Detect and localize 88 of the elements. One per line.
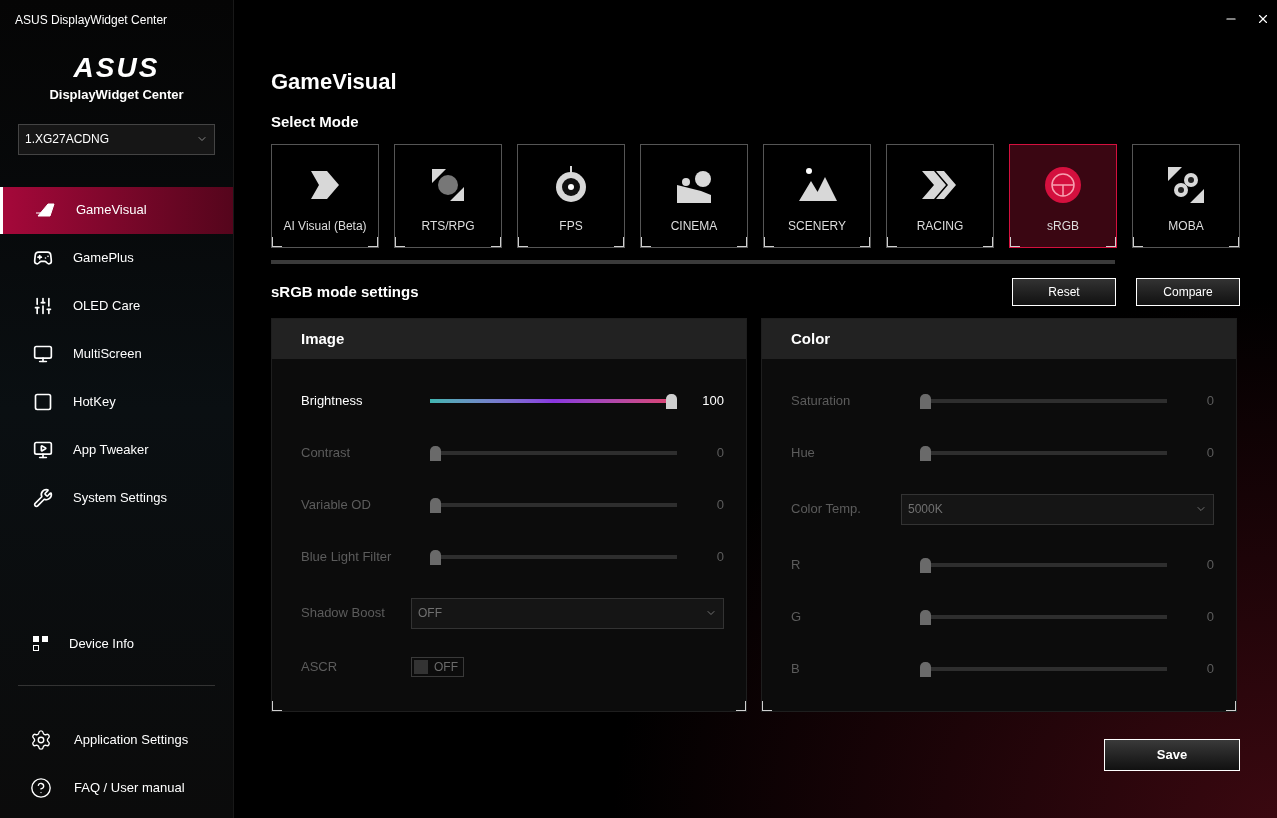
corner-mark <box>1133 237 1143 247</box>
corner-mark <box>762 701 772 711</box>
mode-tile[interactable]: FPS <box>517 144 625 248</box>
square-icon <box>33 392 53 412</box>
page-title: GameVisual <box>271 68 398 96</box>
footer-link[interactable]: Application Settings <box>74 729 189 750</box>
nav-item[interactable]: MultiScreen <box>0 330 233 378</box>
monitor-icon <box>33 344 53 364</box>
setting-label: ASCR <box>301 658 339 677</box>
slider[interactable] <box>430 393 677 409</box>
footer-link[interactable]: FAQ / User manual <box>74 777 185 798</box>
toggle-knob <box>414 660 428 674</box>
value-reading: 0 <box>715 548 724 567</box>
slider-thumb[interactable] <box>666 393 677 409</box>
gamepad-icon <box>33 248 53 268</box>
corner-mark <box>737 237 747 247</box>
corner-mark <box>1229 237 1239 247</box>
nav-item[interactable]: Device Info <box>69 634 135 654</box>
corner-mark <box>1010 237 1020 247</box>
action-button[interactable]: Compare <box>1136 278 1240 306</box>
scrollbar[interactable] <box>271 260 1115 264</box>
setting-label: Blue Light Filter <box>301 548 393 567</box>
close-icon[interactable] <box>1256 12 1270 26</box>
setting-label: Variable OD <box>301 496 372 515</box>
mode-tile[interactable]: sRGB <box>1009 144 1117 248</box>
corner-mark <box>887 237 897 247</box>
device-select[interactable]: 1.XG27ACDNG <box>18 123 215 155</box>
rgb-circle-icon <box>1043 165 1083 205</box>
save-button[interactable]: Save <box>1104 739 1240 771</box>
setting-label: Shadow Boost <box>301 604 386 623</box>
settings-icon <box>30 728 52 751</box>
corner-mark <box>764 237 774 247</box>
nav-item[interactable]: App Tweaker <box>0 426 233 474</box>
setting-label: Contrast <box>301 444 352 463</box>
nav-item[interactable]: HotKey <box>0 378 233 426</box>
mode-tile[interactable]: AI Visual (Beta) <box>271 144 379 248</box>
value-reading: 0 <box>1205 660 1214 679</box>
section-title: sRGB mode settings <box>271 281 419 302</box>
grid-icon <box>33 636 49 652</box>
value-reading: 0 <box>715 496 724 515</box>
setting-label: R <box>791 556 802 575</box>
value-reading: 0 <box>1205 392 1214 411</box>
corner-mark <box>641 237 651 247</box>
nav-item[interactable]: OLED Care <box>0 282 233 330</box>
corner-mark <box>1106 237 1116 247</box>
setting-label: G <box>791 608 803 627</box>
corner-mark <box>860 237 870 247</box>
window-title: ASUS DisplayWidget Center <box>15 12 168 29</box>
nav-item[interactable]: System Settings <box>0 474 233 522</box>
setting-label: Hue <box>791 444 816 463</box>
nav-item[interactable]: GameVisual <box>0 186 233 234</box>
section-title: Select Mode <box>271 112 360 132</box>
mode-tile[interactable]: RTS/RPG <box>394 144 502 248</box>
sliders-icon <box>33 296 53 316</box>
nav-item[interactable]: GamePlus <box>0 234 233 282</box>
setting-label: Brightness <box>301 392 364 411</box>
corner-mark <box>983 237 993 247</box>
brand-logo: ASUS <box>73 54 160 82</box>
corner-mark <box>368 237 378 247</box>
corner-mark <box>395 237 405 247</box>
panel-header: Color <box>762 319 1236 359</box>
help-icon <box>30 776 52 799</box>
app-subtitle: DisplayWidget Center <box>49 86 184 104</box>
setting-label: B <box>791 660 801 679</box>
stripe-icon <box>36 203 56 217</box>
value-reading: 100 <box>701 392 724 411</box>
circles-icon <box>1166 165 1206 205</box>
value-reading: 0 <box>1205 444 1214 463</box>
value-reading: 0 <box>1205 556 1214 575</box>
mode-tile[interactable]: RACING <box>886 144 994 248</box>
tools-icon <box>33 488 53 508</box>
corner-mark <box>272 237 282 247</box>
monitor-icon <box>33 440 53 460</box>
setting-label: Color Temp. <box>791 500 862 519</box>
corner-mark <box>491 237 501 247</box>
action-button[interactable]: Reset <box>1012 278 1116 306</box>
mode-tile[interactable]: MOBA <box>1132 144 1240 248</box>
panel-header: Image <box>272 319 746 359</box>
mode-tile[interactable]: CINEMA <box>640 144 748 248</box>
corner-mark <box>736 701 746 711</box>
corner-mark <box>1226 701 1236 711</box>
corner-mark <box>518 237 528 247</box>
mode-tile[interactable]: SCENERY <box>763 144 871 248</box>
corner-mark <box>614 237 624 247</box>
corner-mark <box>272 701 282 711</box>
value-reading: 0 <box>715 444 724 463</box>
setting-label: Saturation <box>791 392 852 411</box>
value-reading: 0 <box>1205 608 1214 627</box>
